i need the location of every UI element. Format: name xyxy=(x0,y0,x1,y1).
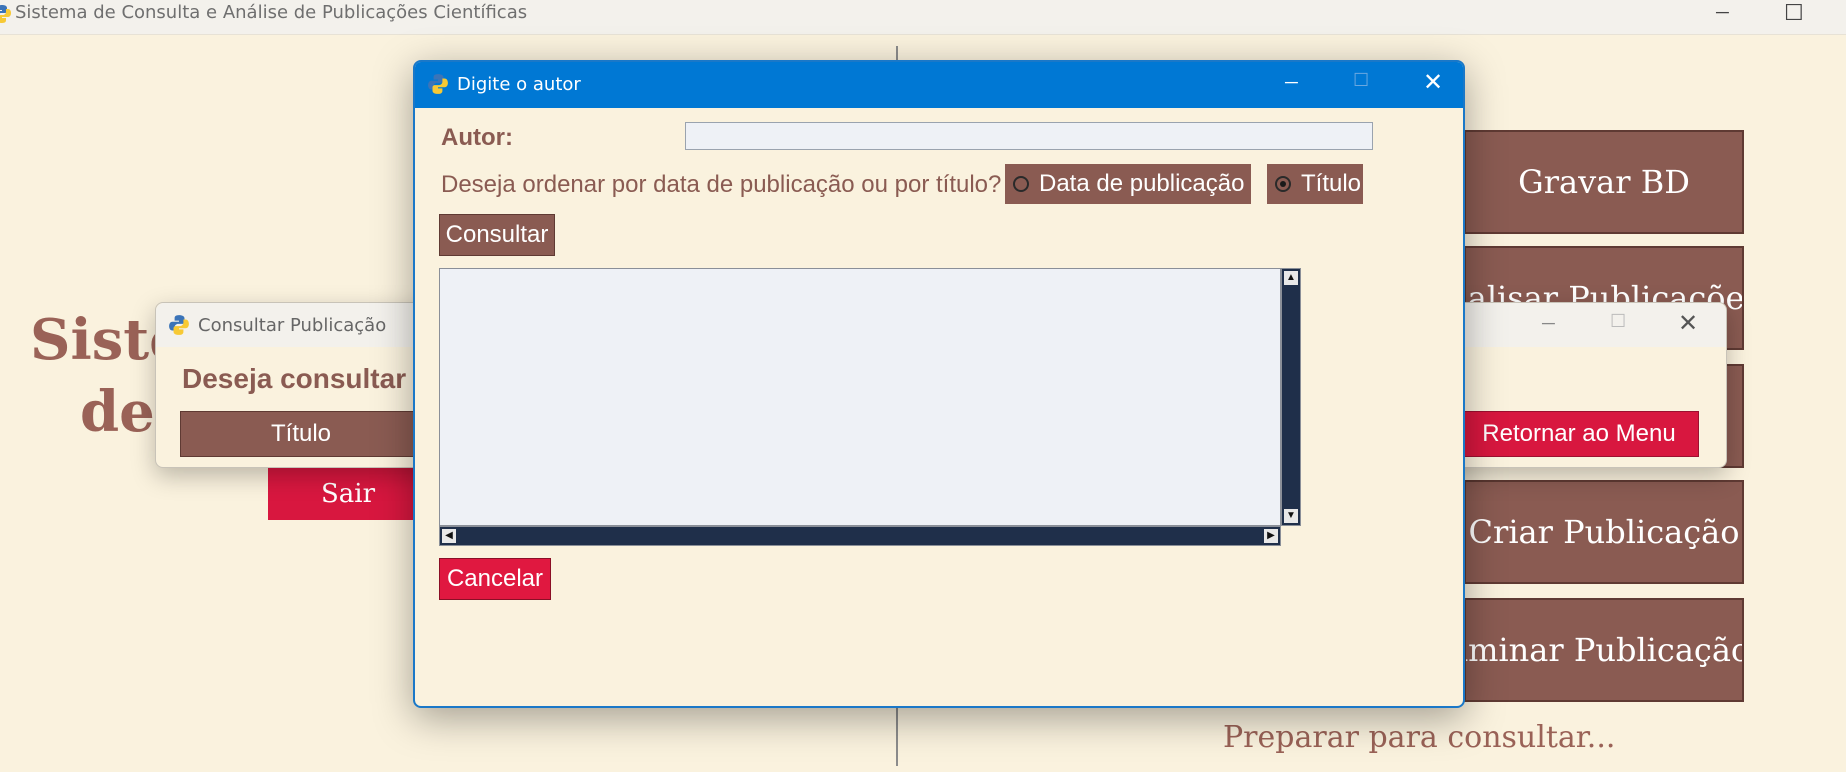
minimize-icon[interactable]: ─ xyxy=(1716,2,1729,23)
digite-autor-dialog: Digite o autor ─ ☐ ✕ Autor: Deseja orden… xyxy=(413,60,1465,708)
horizontal-scrollbar[interactable]: ◀ ▶ xyxy=(439,526,1281,546)
close-icon[interactable]: ✕ xyxy=(1423,68,1443,97)
status-text: Preparar para consultar... xyxy=(1223,720,1616,755)
titulo-button[interactable]: Título xyxy=(180,411,422,457)
vertical-divider xyxy=(896,706,898,766)
autor-dialog-titlebar: Digite o autor ─ ☐ ✕ xyxy=(415,62,1463,108)
gravar-bd-button[interactable]: Gravar BD xyxy=(1464,130,1744,234)
scroll-up-icon[interactable]: ▲ xyxy=(1284,271,1298,285)
author-input[interactable] xyxy=(685,122,1373,150)
app-heading-line2: de xyxy=(80,379,155,445)
minimize-icon[interactable]: ─ xyxy=(1285,72,1298,93)
radio-label: Título xyxy=(1301,170,1362,197)
minimize-icon[interactable]: ─ xyxy=(1542,313,1555,334)
main-window-title: Sistema de Consulta e Análise de Publica… xyxy=(15,2,528,23)
consultar-question: Deseja consultar xyxy=(182,363,407,394)
consultar-button[interactable]: Consultar xyxy=(439,214,555,256)
consultar-dialog-title: Consultar Publicação xyxy=(198,315,387,336)
close-icon[interactable]: ✕ xyxy=(1678,309,1698,338)
author-label: Autor: xyxy=(441,124,513,151)
scroll-left-icon[interactable]: ◀ xyxy=(442,529,456,543)
python-icon xyxy=(427,73,449,100)
maximize-icon: ☐ xyxy=(1610,311,1627,331)
radio-button-selected-icon[interactable] xyxy=(1275,176,1291,192)
maximize-icon: ☐ xyxy=(1353,70,1370,90)
python-icon xyxy=(168,314,190,341)
scroll-right-icon[interactable]: ▶ xyxy=(1264,529,1278,543)
main-window-titlebar: Sistema de Consulta e Análise de Publica… xyxy=(0,0,1846,35)
retornar-menu-button[interactable]: Retornar ao Menu xyxy=(1459,411,1699,457)
order-question: Deseja ordenar por data de publicação ou… xyxy=(441,171,1002,198)
maximize-icon[interactable]: ☐ xyxy=(1784,0,1804,26)
criar-publicacao-button[interactable]: Criar Publicação xyxy=(1464,480,1744,584)
scroll-down-icon[interactable]: ▼ xyxy=(1284,509,1298,523)
radio-button-icon[interactable] xyxy=(1013,176,1029,192)
sair-button[interactable]: Sair xyxy=(268,468,428,520)
radio-titulo[interactable]: Título xyxy=(1267,164,1363,204)
radio-data-publicacao[interactable]: Data de publicação xyxy=(1005,164,1251,204)
python-icon xyxy=(0,4,12,29)
autor-dialog-title: Digite o autor xyxy=(457,74,581,95)
cancelar-button[interactable]: Cancelar xyxy=(439,558,551,600)
eliminar-publicacao-button[interactable]: iminar Publicação xyxy=(1464,598,1744,702)
vertical-scrollbar[interactable]: ▲ ▼ xyxy=(1281,268,1301,526)
radio-label: Data de publicação xyxy=(1039,170,1245,197)
results-text-area[interactable] xyxy=(439,268,1281,526)
